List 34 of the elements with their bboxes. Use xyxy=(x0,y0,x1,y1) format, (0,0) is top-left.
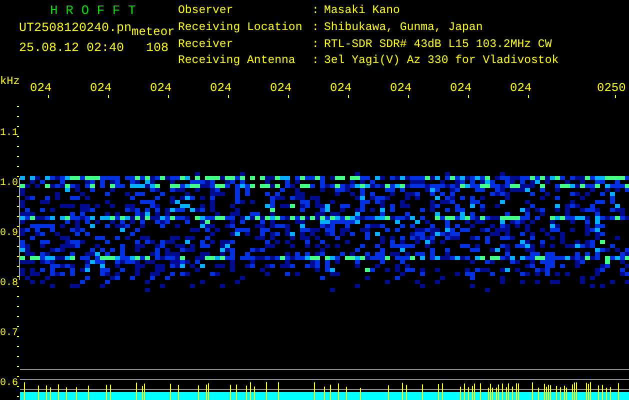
event-tag: meteor xyxy=(132,25,175,40)
info-label: Observer xyxy=(178,5,234,19)
info-separator: : xyxy=(312,38,320,52)
time-label: 0250 xyxy=(597,81,626,95)
time-label: 024 xyxy=(150,81,172,95)
frequency-label: 1.1 xyxy=(0,128,18,139)
time-label: 024 xyxy=(270,81,292,95)
info-label: Receiving Location xyxy=(178,22,304,36)
info-label: Receiving Antenna xyxy=(178,55,296,70)
time-label: 024 xyxy=(330,81,352,95)
timestamp: 25.08.12 02:40 xyxy=(19,41,124,56)
info-separator: : xyxy=(312,22,320,36)
frequency-label: 1.0 xyxy=(0,178,18,189)
info-label: Receiver xyxy=(178,38,234,52)
axis-unit: kHz xyxy=(0,76,20,88)
frequency-label: 0.7 xyxy=(0,328,18,339)
time-label: 024 xyxy=(390,81,412,95)
info-value: 3el Yagi(V) Az 330 for Vladivostok xyxy=(324,55,559,70)
time-label: 024 xyxy=(510,81,532,95)
info-separator: : xyxy=(312,55,320,70)
time-label: 024 xyxy=(210,81,232,95)
info-value: RTL-SDR SDR# 43dB L15 103.2MHz CW xyxy=(324,38,553,52)
info-value: Shibukawa, Gunma, Japan xyxy=(324,22,484,36)
time-label: 024 xyxy=(450,81,472,95)
time-label: 024 xyxy=(30,81,52,95)
filename: UT2508120240.pn xyxy=(19,21,132,36)
frequency-label: 0.6 xyxy=(0,378,18,389)
frequency-label: 0.8 xyxy=(0,278,18,289)
frequency-label: 0.9 xyxy=(0,228,18,239)
info-value: Masaki Kano xyxy=(324,5,401,19)
program-title: H R O F F T xyxy=(49,3,137,18)
time-label: 024 xyxy=(90,81,112,95)
info-separator: : xyxy=(312,5,320,19)
count: 108 xyxy=(146,41,169,56)
